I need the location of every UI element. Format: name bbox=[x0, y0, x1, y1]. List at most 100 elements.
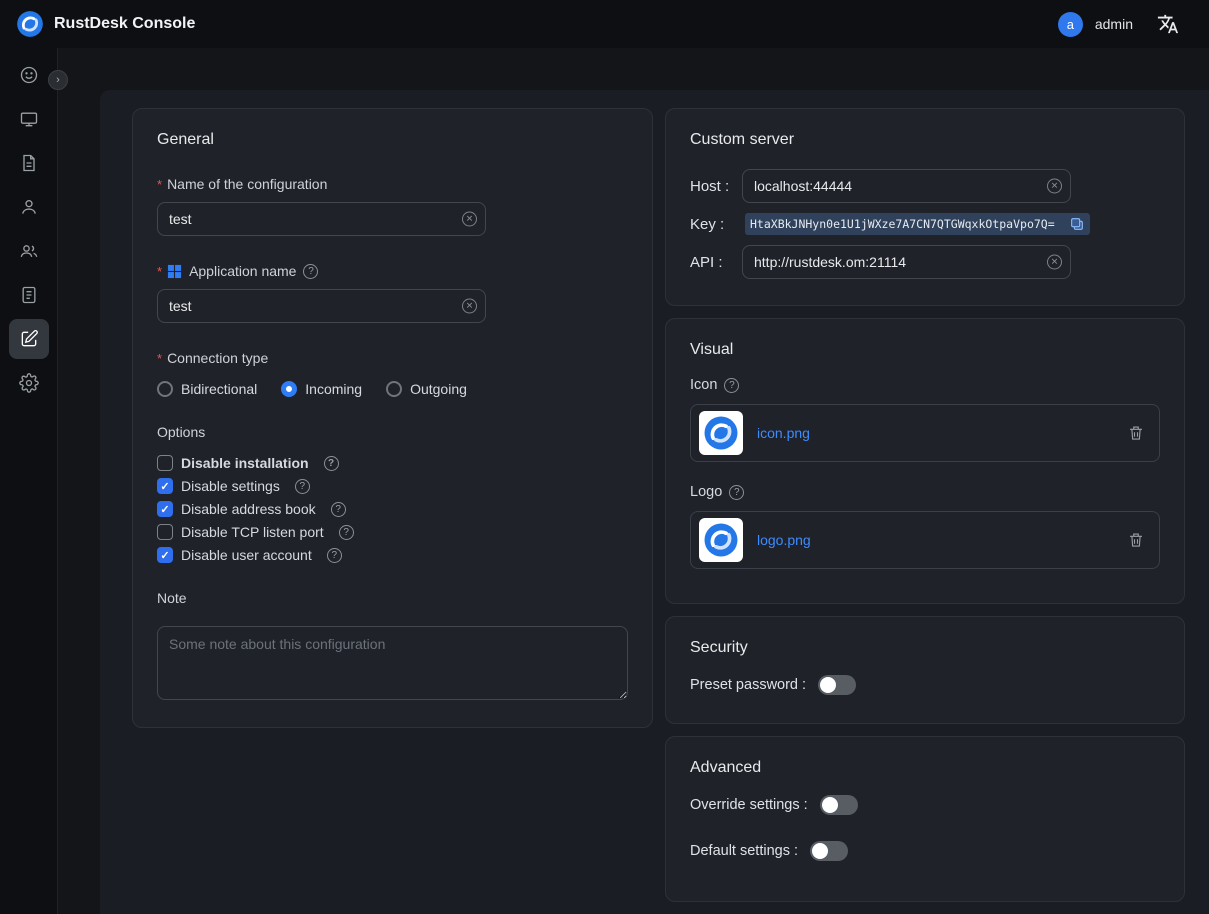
logo-file-thumbnail bbox=[699, 518, 743, 562]
windows-icon bbox=[167, 264, 182, 279]
override-settings-toggle[interactable] bbox=[820, 795, 858, 815]
sidebar-item-custom-client[interactable] bbox=[9, 319, 49, 359]
clear-icon[interactable]: ✕ bbox=[1047, 179, 1062, 194]
copy-icon[interactable] bbox=[1069, 216, 1085, 232]
default-settings-label: Default settings : bbox=[690, 843, 798, 859]
radio-button[interactable] bbox=[281, 381, 297, 397]
api-input[interactable] bbox=[742, 245, 1071, 279]
sidebar-item-groups[interactable] bbox=[9, 231, 49, 271]
default-settings-toggle[interactable] bbox=[810, 841, 848, 861]
checkbox-disable-settings[interactable]: Disable settings ? bbox=[157, 478, 628, 494]
translate-icon[interactable] bbox=[1157, 13, 1179, 35]
app-name-label: * Application name ? bbox=[157, 263, 628, 279]
icon-label: Icon ? bbox=[690, 377, 1160, 393]
logo-label: Logo ? bbox=[690, 484, 1160, 500]
trash-icon[interactable] bbox=[1127, 531, 1145, 549]
sidebar-item-users[interactable] bbox=[9, 187, 49, 227]
key-field[interactable]: HtaXBkJNHyn0e1U1jWXze7A7CN7QTGWqxkOtpaVp… bbox=[745, 213, 1090, 235]
documents-icon bbox=[19, 153, 39, 173]
checkbox[interactable] bbox=[157, 524, 173, 540]
visual-title: Visual bbox=[690, 341, 1160, 359]
radio-bidirectional[interactable]: Bidirectional bbox=[157, 381, 257, 397]
user-name[interactable]: admin bbox=[1095, 16, 1133, 32]
general-card: General * Name of the configuration ✕ * … bbox=[132, 108, 653, 728]
radio-button[interactable] bbox=[157, 381, 173, 397]
checkbox[interactable] bbox=[157, 547, 173, 563]
radio-outgoing[interactable]: Outgoing bbox=[386, 381, 467, 397]
groups-icon bbox=[19, 241, 39, 261]
devices-icon bbox=[19, 109, 39, 129]
custom-server-title: Custom server bbox=[690, 131, 1160, 149]
icon-file-thumbnail bbox=[699, 411, 743, 455]
help-icon[interactable]: ? bbox=[724, 378, 739, 393]
general-title: General bbox=[157, 131, 628, 149]
sidebar-item-settings[interactable] bbox=[9, 363, 49, 403]
settings-icon bbox=[19, 373, 39, 393]
key-label: Key : bbox=[690, 216, 742, 233]
user-avatar[interactable]: a bbox=[1058, 12, 1083, 37]
sidebar-collapse-button[interactable]: › bbox=[48, 70, 68, 90]
name-label: * Name of the configuration bbox=[157, 176, 628, 192]
help-icon[interactable]: ? bbox=[729, 485, 744, 500]
checkbox-disable-tcp-listen-port[interactable]: Disable TCP listen port ? bbox=[157, 524, 628, 540]
help-icon[interactable]: ? bbox=[295, 479, 310, 494]
icon-file-link[interactable]: icon.png bbox=[757, 425, 810, 441]
user-icon bbox=[19, 197, 39, 217]
default-settings-row: Default settings : bbox=[690, 841, 1160, 861]
right-column: Custom server Host : ✕ Key : HtaXBkJNHyn… bbox=[665, 108, 1185, 902]
preset-password-toggle[interactable] bbox=[818, 675, 856, 695]
security-title: Security bbox=[690, 639, 1160, 657]
note-label: Note bbox=[157, 590, 628, 606]
note-textarea[interactable] bbox=[157, 626, 628, 700]
logo-file-link[interactable]: logo.png bbox=[757, 532, 811, 548]
sidebar-item-audit-log[interactable] bbox=[9, 275, 49, 315]
clear-icon[interactable]: ✕ bbox=[462, 212, 477, 227]
key-value[interactable]: HtaXBkJNHyn0e1U1jWXze7A7CN7QTGWqxkOtpaVp… bbox=[750, 217, 1064, 231]
advanced-title: Advanced bbox=[690, 759, 1160, 777]
main-area: General * Name of the configuration ✕ * … bbox=[58, 48, 1209, 914]
custom-server-card: Custom server Host : ✕ Key : HtaXBkJNHyn… bbox=[665, 108, 1185, 306]
security-card: Security Preset password : bbox=[665, 616, 1185, 724]
content-panel: General * Name of the configuration ✕ * … bbox=[100, 90, 1209, 914]
app-name-input[interactable] bbox=[157, 289, 486, 323]
checkbox[interactable] bbox=[157, 478, 173, 494]
icon-file-box: icon.png bbox=[690, 404, 1160, 462]
checkbox[interactable] bbox=[157, 501, 173, 517]
trash-icon[interactable] bbox=[1127, 424, 1145, 442]
help-icon[interactable]: ? bbox=[324, 456, 339, 471]
host-label: Host : bbox=[690, 178, 742, 195]
preset-password-row: Preset password : bbox=[690, 675, 1160, 695]
help-icon[interactable]: ? bbox=[327, 548, 342, 563]
override-settings-row: Override settings : bbox=[690, 795, 1160, 815]
clear-icon[interactable]: ✕ bbox=[462, 299, 477, 314]
connection-type-label: * Connection type bbox=[157, 350, 628, 366]
advanced-card: Advanced Override settings : Default set… bbox=[665, 736, 1185, 902]
api-label: API : bbox=[690, 254, 742, 271]
sidebar-item-documents[interactable] bbox=[9, 143, 49, 183]
audit-log-icon bbox=[19, 285, 39, 305]
logo-file-box: logo.png bbox=[690, 511, 1160, 569]
app-title: RustDesk Console bbox=[54, 15, 195, 33]
sidebar-item-devices[interactable] bbox=[9, 99, 49, 139]
help-icon[interactable]: ? bbox=[339, 525, 354, 540]
sidebar bbox=[0, 48, 58, 914]
rustdesk-logo bbox=[16, 10, 44, 38]
config-name-input[interactable] bbox=[157, 202, 486, 236]
visual-card: Visual Icon ? icon.png bbox=[665, 318, 1185, 604]
radio-button[interactable] bbox=[386, 381, 402, 397]
radio-incoming[interactable]: Incoming bbox=[281, 381, 362, 397]
checkbox-disable-installation[interactable]: Disable installation ? bbox=[157, 455, 628, 471]
connection-type-radios: Bidirectional Incoming Outgoing bbox=[157, 381, 628, 397]
checkbox[interactable] bbox=[157, 455, 173, 471]
top-bar: RustDesk Console a admin bbox=[0, 0, 1209, 48]
checkbox-disable-user-account[interactable]: Disable user account ? bbox=[157, 547, 628, 563]
host-input[interactable] bbox=[742, 169, 1071, 203]
checkbox-disable-address-book[interactable]: Disable address book ? bbox=[157, 501, 628, 517]
dashboard-icon bbox=[19, 65, 39, 85]
help-icon[interactable]: ? bbox=[331, 502, 346, 517]
override-settings-label: Override settings : bbox=[690, 797, 808, 813]
preset-password-label: Preset password : bbox=[690, 677, 806, 693]
help-icon[interactable]: ? bbox=[303, 264, 318, 279]
sidebar-item-dashboard[interactable] bbox=[9, 55, 49, 95]
clear-icon[interactable]: ✕ bbox=[1047, 255, 1062, 270]
